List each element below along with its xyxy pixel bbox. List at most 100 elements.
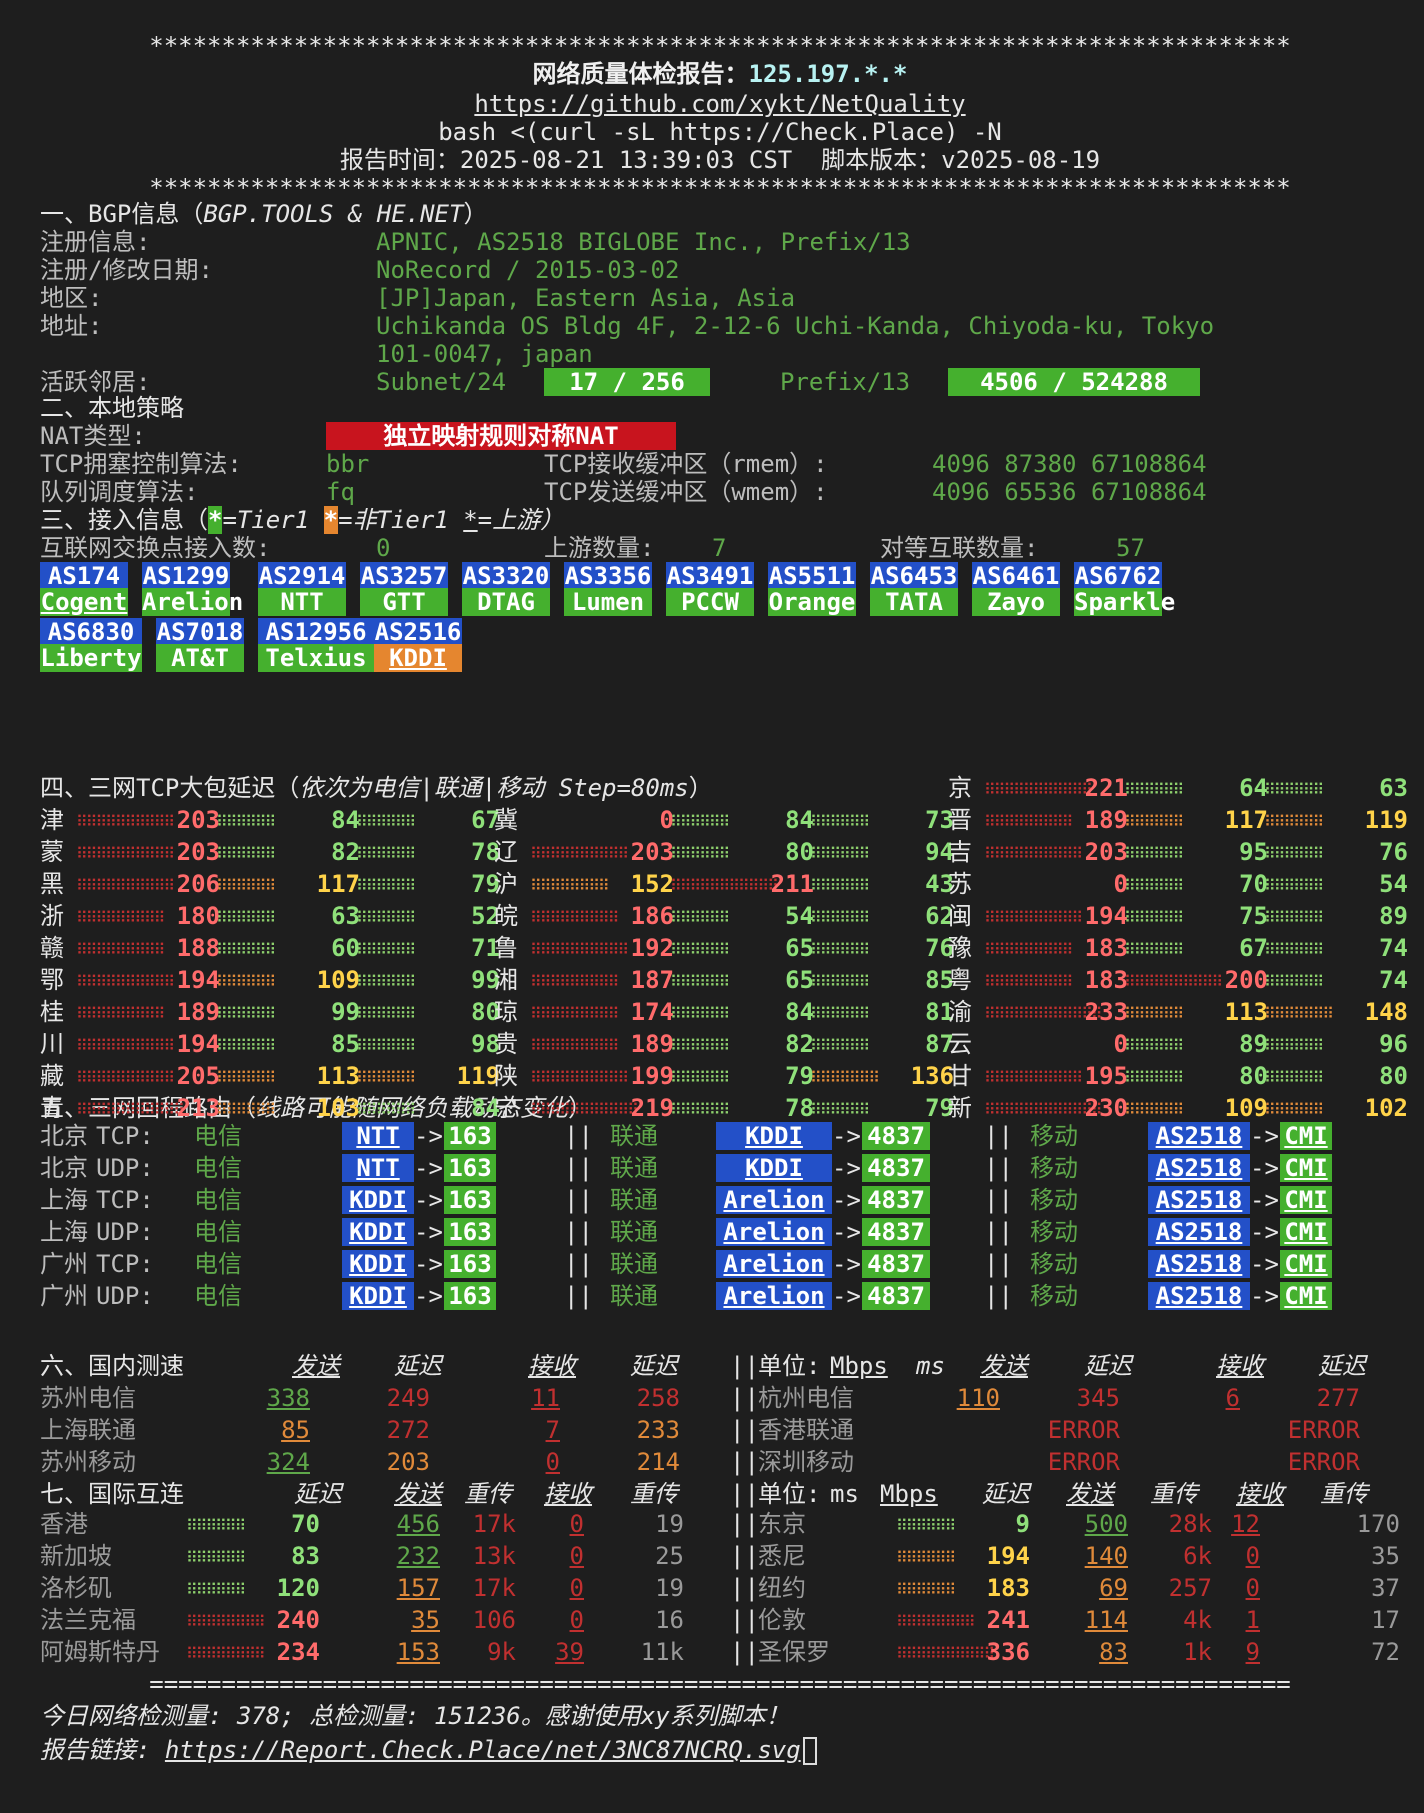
route-cm-as: AS2518	[1148, 1218, 1250, 1246]
intl-row: 新加坡 ⠿⠿⠿⠿⠿⠿ 83 232 13k 0 25 || 悉尼 ⠿⠿⠿⠿⠿⠿ 194 140 6k 0 3…	[40, 1540, 1400, 1572]
col-delay2: 延迟	[630, 1352, 678, 1380]
domestic-header-row: 六、国内测速 发送 延迟 接收 延迟 || 单位: Mbps ms 发送 延迟 …	[40, 1350, 1400, 1382]
domestic-sep: ||	[730, 1352, 759, 1380]
latency-value: 188	[176, 934, 220, 962]
route-ct-label: 电信	[194, 1122, 242, 1150]
route-sep: ||	[564, 1122, 593, 1150]
intl-send-retx: 106	[472, 1606, 516, 1634]
route-cm-end: CMI	[1280, 1282, 1332, 1310]
latency-value: 64	[1239, 774, 1268, 802]
intl-recv: 0	[569, 1510, 584, 1538]
latency-bar: ⠿⠿⠿⠿⠿⠿	[1124, 812, 1184, 831]
province-label: 苏	[948, 870, 972, 898]
latency-value: 98	[471, 1030, 500, 1058]
route-row: 广州 TCP: 电信 KDDI -> 163 || 联通 Arelion -> 4837 || 移动 AS…	[40, 1248, 1400, 1280]
intl-send: 114	[1084, 1606, 1128, 1634]
latency-value: 189	[630, 1030, 674, 1058]
route-cm-end: CMI	[1280, 1186, 1332, 1214]
route-sep: ||	[984, 1122, 1013, 1150]
intl-delay: 183	[986, 1574, 1030, 1602]
domestic-recv: 6	[1225, 1384, 1240, 1412]
intl-delay: 241	[986, 1606, 1030, 1634]
domestic-sep: ||	[730, 1416, 759, 1444]
route-arrow: ->	[414, 1218, 443, 1246]
latency-value: 0	[659, 806, 674, 834]
latency-bar: ⠿⠿⠿⠿⠿⠿	[1124, 844, 1184, 863]
province-label: 辽	[494, 838, 518, 866]
intl-row: 香港 ⠿⠿⠿⠿⠿⠿ 70 456 17k 0 19 || 东京 ⠿⠿⠿⠿⠿⠿ 9 500 28k 12 17…	[40, 1508, 1400, 1540]
intl-recv: 39	[555, 1638, 584, 1666]
intl-city: 东京	[758, 1510, 806, 1538]
latency-bar: ⠿⠿⠿⠿⠿⠿	[1264, 876, 1324, 895]
province-label: 浙	[40, 902, 64, 930]
intl-recv: 1	[1245, 1606, 1260, 1634]
latency-value: 82	[331, 838, 360, 866]
intl-city: 圣保罗	[758, 1638, 830, 1666]
latency-value: 78	[471, 838, 500, 866]
route-arrow: ->	[414, 1282, 443, 1310]
latency-value: 183	[1084, 966, 1128, 994]
latency-value: 119	[1364, 806, 1408, 834]
latency-value: 71	[471, 934, 500, 962]
latency-bar: ⠿⠿⠿⠿⠿⠿	[216, 1036, 276, 1055]
route-cu-as: KDDI	[716, 1122, 832, 1150]
latency-bar: ⠿⠿⠿⠿⠿⠿	[216, 876, 276, 895]
route-ct-label: 电信	[194, 1250, 242, 1278]
intl-send-retx: 13k	[472, 1542, 516, 1570]
latency-value: 148	[1364, 998, 1408, 1026]
domestic-node: 上海联通	[40, 1416, 136, 1444]
latency-bar: ⠿⠿⠿⠿⠿⠿	[356, 908, 416, 927]
latency-value: 89	[1239, 1030, 1268, 1058]
latency-value: 0	[1113, 1030, 1128, 1058]
intl-city: 新加坡	[40, 1542, 112, 1570]
domestic-heading: 六、国内测速	[40, 1352, 184, 1380]
latency-bar: ⠿⠿⠿⠿⠿⠿	[1264, 940, 1324, 959]
equals-text: ========================================…	[149, 1670, 1291, 1698]
latency-bar: ⠿⠿⠿⠿⠿⠿	[356, 844, 416, 863]
domestic-node: 苏州移动	[40, 1448, 136, 1476]
intl-send: 157	[396, 1574, 440, 1602]
province-label: 赣	[40, 934, 64, 962]
latency-value: 82	[785, 1030, 814, 1058]
asn-name: DTAG	[462, 588, 550, 616]
latency-value: 74	[1379, 966, 1408, 994]
latency-value: 189	[1084, 806, 1128, 834]
intl-recv-retx: 25	[655, 1542, 684, 1570]
latency-bar: ⠿⠿⠿⠿⠿⠿	[1264, 780, 1324, 799]
latency-value: 187	[630, 966, 674, 994]
asn-number: AS3257	[360, 562, 448, 590]
terminal-cursor	[802, 1737, 817, 1765]
intl-city: 悉尼	[758, 1542, 806, 1570]
route-cm-label: 移动	[1030, 1282, 1078, 1310]
asn-number: AS6762	[1074, 562, 1162, 590]
route-cm-label: 移动	[1030, 1218, 1078, 1246]
intl-recv-retx: 37	[1371, 1574, 1400, 1602]
route-arrow: ->	[414, 1250, 443, 1278]
asn-name: Sparkle	[1074, 588, 1176, 616]
report-link[interactable]: https://Report.Check.Place/net/3NC87NCRQ…	[165, 1736, 801, 1764]
latency-value: 76	[1379, 838, 1408, 866]
route-cu-label: 联通	[610, 1218, 658, 1246]
latency-row: 桂 ⠿⠿⠿⠿⠿⠿⠿⠿⠿ 189 ⠿⠿⠿⠿⠿⠿ 99 ⠿⠿⠿⠿⠿⠿ 80 琼 ⠿⠿⠿⠿⠿⠿⠿⠿⠿ 1…	[40, 996, 1408, 1028]
intl-send: 83	[1099, 1638, 1128, 1666]
title-ip: 125.197.*.*	[748, 60, 908, 88]
route-arrow: ->	[832, 1122, 861, 1150]
time-value: 2025-08-21 13:39:03 CST	[459, 146, 793, 174]
route-row: 北京 UDP: 电信 NTT -> 163 || 联通 KDDI -> 4837 || 移动 AS2518…	[40, 1152, 1400, 1184]
domestic-recv-delay: ERROR	[1287, 1416, 1360, 1444]
intl-delay: 120	[276, 1574, 320, 1602]
intl-delay: 70	[291, 1510, 320, 1538]
route-protocol: TCP:	[96, 1250, 154, 1278]
route-ct-as: KDDI	[342, 1282, 414, 1310]
latency-bar: ⠿⠿⠿⠿⠿⠿	[216, 908, 276, 927]
intl-send: 232	[396, 1542, 440, 1570]
route-sep: ||	[984, 1250, 1013, 1278]
latency-bar: ⠿⠿⠿⠿⠿⠿	[1264, 1068, 1324, 1087]
latency-bar: ⠿⠿⠿⠿⠿⠿	[1264, 812, 1324, 831]
latency-value: 73	[925, 806, 954, 834]
intl-send: 140	[1084, 1542, 1128, 1570]
latency-value: 74	[1379, 934, 1408, 962]
domestic-send: 85	[281, 1416, 310, 1444]
latency-bar: ⠿⠿⠿⠿⠿⠿	[216, 972, 276, 991]
route-sep: ||	[564, 1250, 593, 1278]
